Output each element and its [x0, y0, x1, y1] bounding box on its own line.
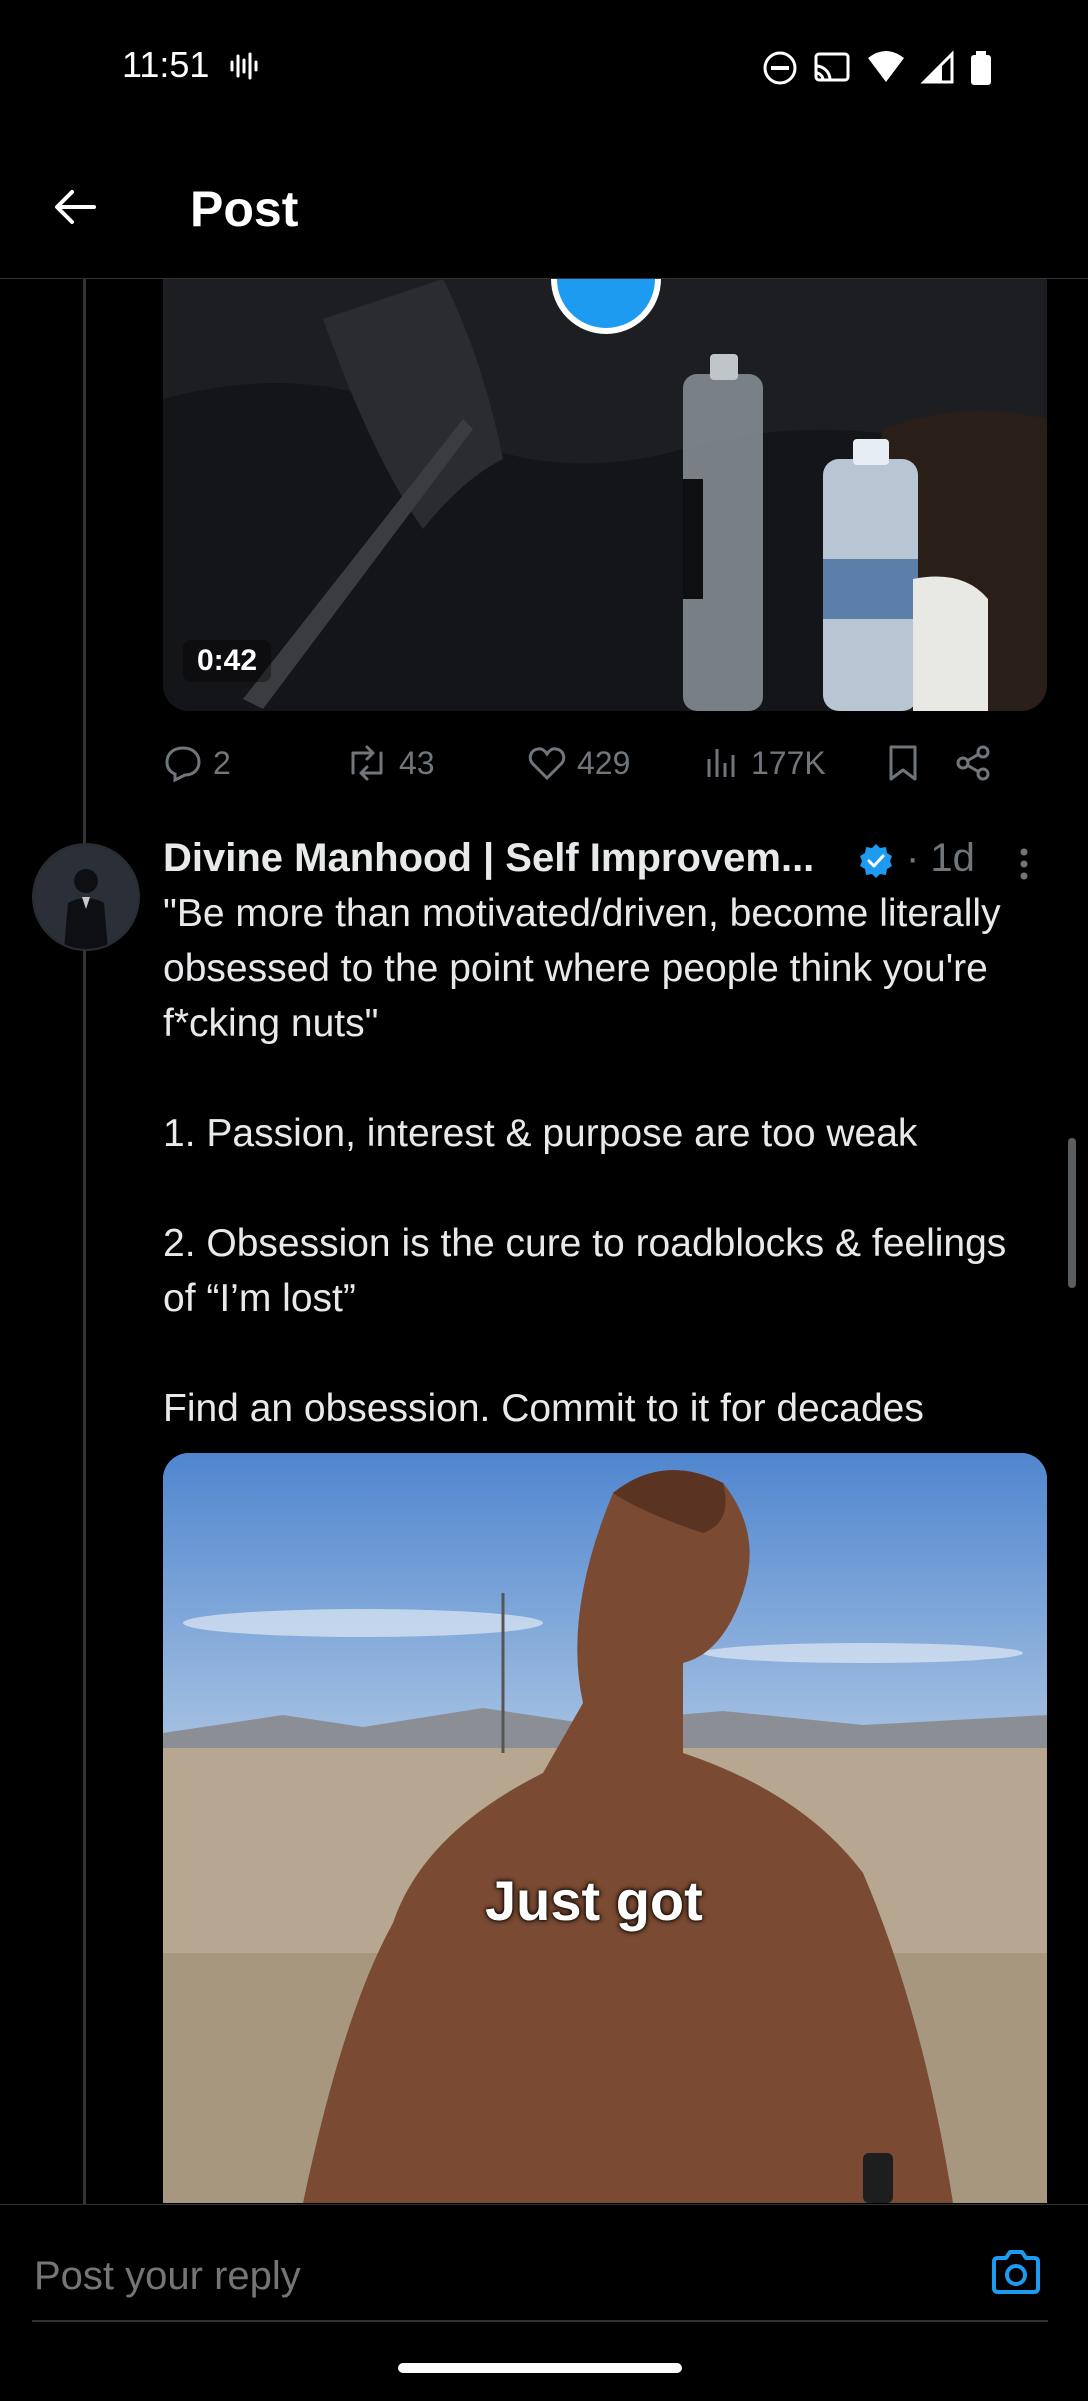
post-time: · 1d: [906, 836, 975, 880]
video-frame-image: [163, 1453, 1047, 2203]
video-frame: [163, 279, 1047, 711]
scrollbar[interactable]: [1068, 1138, 1076, 1288]
action-bar: 2 43 429 177K: [163, 738, 1033, 788]
do-not-disturb-icon: [763, 51, 797, 85]
battery-icon: [971, 51, 991, 85]
more-options-icon[interactable]: [1014, 846, 1034, 882]
video-duration: 0:42: [183, 640, 272, 682]
repost-button[interactable]: 43: [345, 743, 527, 783]
repost-icon: [351, 745, 383, 781]
video-player[interactable]: [163, 279, 1047, 711]
share-icon: [956, 745, 990, 781]
views-button[interactable]: 177K: [705, 743, 885, 783]
back-arrow-icon[interactable]: [50, 183, 98, 231]
home-indicator[interactable]: [398, 2363, 682, 2373]
bookmark-icon: [889, 745, 917, 781]
post-video[interactable]: [163, 1453, 1047, 2203]
reply-count: 2: [213, 744, 231, 781]
share-button[interactable]: [953, 743, 993, 783]
verified-badge-icon: [860, 844, 892, 878]
voice-icon: [230, 52, 258, 80]
status-time: 11:51: [122, 44, 210, 85]
bookmark-button[interactable]: [885, 743, 953, 783]
reply-button[interactable]: 2: [163, 743, 345, 783]
cast-icon: [814, 52, 850, 82]
author-name[interactable]: Divine Manhood | Self Improvem...: [163, 836, 814, 881]
status-bar: 11:51: [0, 0, 1088, 140]
like-button[interactable]: 429: [527, 743, 705, 783]
reply-underline: [32, 2320, 1048, 2322]
repost-count: 43: [399, 744, 435, 781]
signal-icon: [920, 50, 954, 84]
page-title: Post: [190, 181, 299, 237]
video-caption: Just got: [485, 1869, 703, 1932]
heart-icon: [528, 747, 566, 781]
post-text: "Be more than motivated/driven, become l…: [163, 892, 1007, 1430]
camera-icon[interactable]: [990, 2246, 1042, 2298]
avatar-image: [34, 845, 138, 949]
reply-icon: [165, 746, 201, 783]
views-count: 177K: [751, 744, 826, 781]
views-icon: [707, 749, 735, 777]
like-count: 429: [577, 744, 631, 781]
wifi-icon: [868, 51, 904, 82]
status-icons: [762, 50, 992, 86]
thread-line: [83, 279, 86, 2204]
avatar[interactable]: [32, 843, 140, 951]
reply-input[interactable]: [32, 2245, 976, 2307]
